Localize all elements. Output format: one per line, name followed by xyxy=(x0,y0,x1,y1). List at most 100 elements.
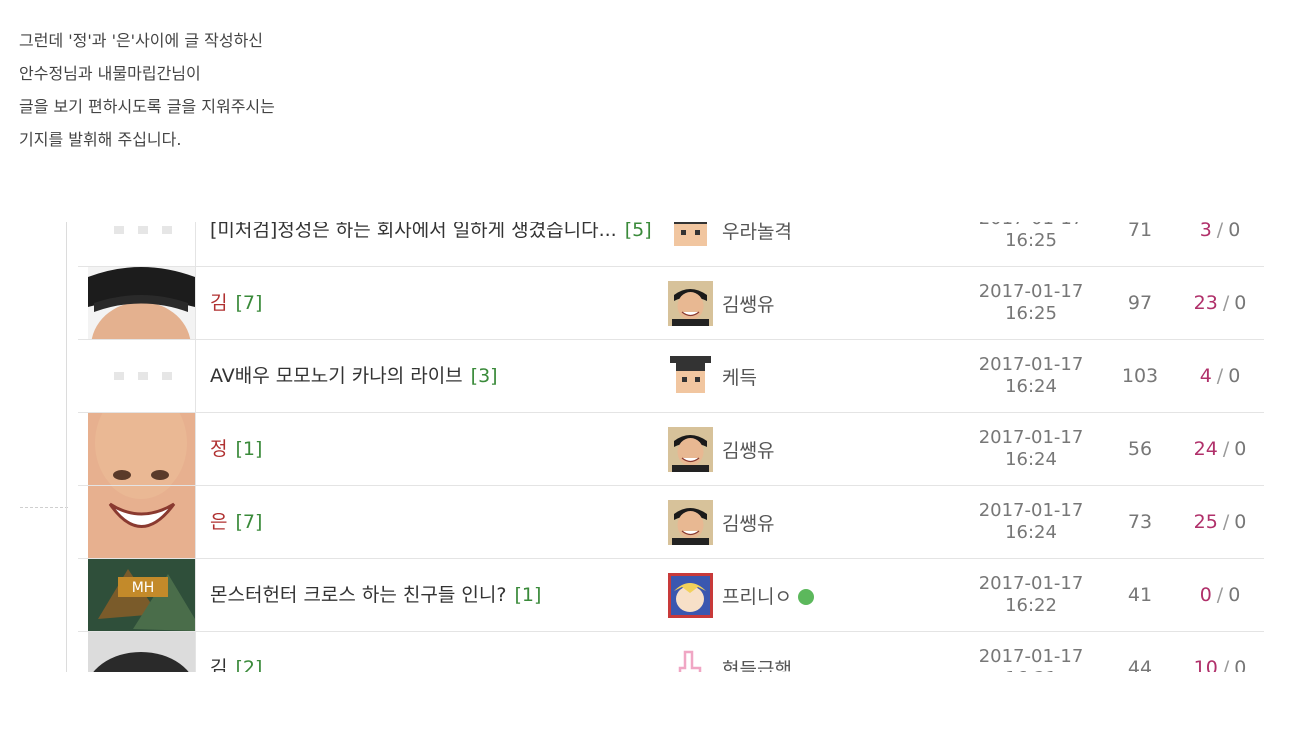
post-title: 김 xyxy=(210,292,228,314)
post-author[interactable]: 김쌩유 xyxy=(668,486,928,558)
view-count: 56 xyxy=(1127,438,1153,460)
post-time: 16:22 xyxy=(1005,595,1057,616)
post-title: [미처검]정성은 하는 회사에서 일하게 생겼습니다... xyxy=(210,222,617,241)
author-name[interactable]: 우라놀격 xyxy=(722,222,792,244)
author-name[interactable]: 김쌩유 xyxy=(722,436,774,463)
vote-separator: / xyxy=(1216,365,1224,387)
post-time: 16:24 xyxy=(1005,449,1057,470)
post-thumbnail[interactable] xyxy=(88,267,195,339)
author-name[interactable]: 케득 xyxy=(722,363,757,390)
post-time: 16:25 xyxy=(1005,303,1057,324)
board-left-border xyxy=(66,222,67,672)
post-date: 2017-01-17 xyxy=(978,500,1084,521)
downvote-count: 0 xyxy=(1234,292,1247,314)
upvote-count: 0 xyxy=(1199,584,1212,606)
post-date: 2017-01-17 xyxy=(978,427,1084,448)
intro-line: 기지를 발휘해 주십니다. xyxy=(19,130,182,149)
vote-separator: / xyxy=(1216,584,1224,606)
downvote-count: 0 xyxy=(1234,511,1247,533)
upvote-count: 10 xyxy=(1193,657,1218,672)
post-title: AV배우 모모노기 카나의 라이브 xyxy=(210,365,463,387)
view-count: 103 xyxy=(1121,365,1159,387)
post-row[interactable]: 정 [1] 김쌩유 2017-01-17 16:24 56 24/0 xyxy=(78,413,1264,486)
thumbnail-separator xyxy=(195,222,196,266)
author-avatar xyxy=(668,353,713,399)
intro-line: 그런데 '정'과 '은'사이에 글 작성하신 xyxy=(19,31,264,50)
comment-count: [1] xyxy=(235,438,263,460)
post-author[interactable]: 김쌩유 xyxy=(668,413,928,485)
level-badge-icon xyxy=(797,589,814,605)
author-name[interactable]: 김쌩유 xyxy=(722,509,774,536)
post-date: 2017-01-17 xyxy=(978,573,1084,594)
post-datetime: 2017-01-17 16:22 xyxy=(946,559,1116,631)
post-title-link[interactable]: 김 [7] xyxy=(210,267,660,339)
post-title-link[interactable]: 몬스터헌터 크로스 하는 친구들 인니? [1] xyxy=(210,559,660,631)
vote-separator: / xyxy=(1222,292,1230,314)
vote-separator: / xyxy=(1222,511,1230,533)
post-row[interactable]: 김 [2] 형들급행 2017-01-1716:21 44 10 / 0 xyxy=(78,632,1264,672)
post-datetime: 2017-01-1716:25 xyxy=(946,267,1116,339)
post-title-link[interactable]: AV배우 모모노기 카나의 라이브 [3] xyxy=(210,340,660,412)
upvote-count: 4 xyxy=(1199,365,1212,387)
post-title-link[interactable]: [미처검]정성은 하는 회사에서 일하게 생겼습니다... [5] xyxy=(210,222,660,266)
post-thumbnail[interactable]: MH xyxy=(88,559,195,631)
comment-count: [2] xyxy=(235,657,263,672)
comment-count: [7] xyxy=(235,511,263,533)
downvote-count: 0 xyxy=(1234,657,1247,672)
post-author[interactable]: 케득 xyxy=(668,340,928,412)
post-title: 정 xyxy=(210,438,228,460)
author-avatar xyxy=(668,426,713,472)
post-thumbnail[interactable] xyxy=(88,222,195,266)
upvote-count: 25 xyxy=(1193,511,1218,533)
post-datetime: 2017-01-17 16:24 xyxy=(946,413,1116,485)
downvote-count: 0 xyxy=(1228,222,1241,241)
post-author[interactable]: 우라놀격 xyxy=(668,222,928,266)
post-thumbnail[interactable] xyxy=(88,340,195,412)
post-row[interactable]: [미처검]정성은 하는 회사에서 일하게 생겼습니다... [5] 우라놀격 201… xyxy=(78,222,1264,267)
upvote-count: 23 xyxy=(1193,292,1218,314)
post-row[interactable]: 김 [7] 김쌩유 2017-01-17 16:25 97 23/0 xyxy=(78,267,1264,340)
author-name[interactable]: 프리니ㅇ xyxy=(722,582,792,609)
post-row[interactable]: MH 몬스터헌터 크로스 하는 친구들 인니? [1] 프리니ㅇ 2017-01-17… xyxy=(78,559,1264,632)
author-avatar xyxy=(668,222,713,253)
post-author[interactable]: 형들급행 xyxy=(668,632,928,672)
post-author[interactable]: 프리니ㅇ xyxy=(668,559,928,631)
post-list: [미처검]정성은 하는 회사에서 일하게 생겼습니다... [5] 우라놀격 201… xyxy=(78,222,1264,672)
comment-count: [1] xyxy=(514,584,542,606)
vote-counts: 0/0 xyxy=(1178,559,1262,631)
thumbnail-separator xyxy=(195,340,196,412)
comment-count: [3] xyxy=(470,365,498,387)
thumbnail-separator xyxy=(195,486,196,558)
post-datetime: 2017-01-17 16:24 xyxy=(946,340,1116,412)
post-datetime: 2017-01-17 16:24 xyxy=(946,486,1116,558)
intro-text: 그런데 '정'과 '은'사이에 글 작성하신 안수정님과 내물마립간님이 글을 … xyxy=(19,24,275,156)
intro-line: 글을 보기 편하시도록 글을 지워주시는 xyxy=(19,97,275,116)
post-title: 몬스터헌터 크로스 하는 친구들 인니? xyxy=(210,584,507,606)
post-title-link[interactable]: 정 [1] xyxy=(210,413,660,485)
upvote-count: 24 xyxy=(1193,438,1218,460)
post-title-link[interactable]: 은 [7] xyxy=(210,486,660,558)
post-title-link[interactable]: 김 [2] xyxy=(210,632,660,672)
post-thumbnail[interactable] xyxy=(88,632,195,672)
post-author[interactable]: 김쌩유 xyxy=(668,267,928,339)
post-time: 16:25 xyxy=(1005,230,1057,251)
post-date: 2017-01-17 xyxy=(978,646,1084,667)
downvote-count: 0 xyxy=(1228,584,1241,606)
thumbnail-separator xyxy=(195,559,196,631)
downvote-count: 0 xyxy=(1234,438,1247,460)
post-thumbnail[interactable] xyxy=(88,413,195,485)
post-thumbnail[interactable] xyxy=(88,486,195,558)
intro-line: 안수정님과 내물마립간님이 xyxy=(19,64,201,83)
post-row[interactable]: 은 [7] 김쌩유 2017-01-17 16:24 73 25/0 xyxy=(78,486,1264,559)
post-title: 김 xyxy=(210,657,228,672)
svg-text:MH: MH xyxy=(132,580,155,596)
author-name[interactable]: 김쌩유 xyxy=(722,290,774,317)
post-time: 16:24 xyxy=(1005,376,1057,397)
post-row[interactable]: AV배우 모모노기 카나의 라이브 [3] 케득 2017-01-17 16:24 10… xyxy=(78,340,1264,413)
post-datetime: 2017-01-1716:21 xyxy=(946,632,1116,672)
author-name[interactable]: 형들급행 xyxy=(722,655,792,673)
post-date: 2017-01-17 xyxy=(978,281,1084,302)
view-count: 73 xyxy=(1127,511,1153,533)
comment-count: [7] xyxy=(235,292,263,314)
view-count: 97 xyxy=(1127,292,1153,314)
